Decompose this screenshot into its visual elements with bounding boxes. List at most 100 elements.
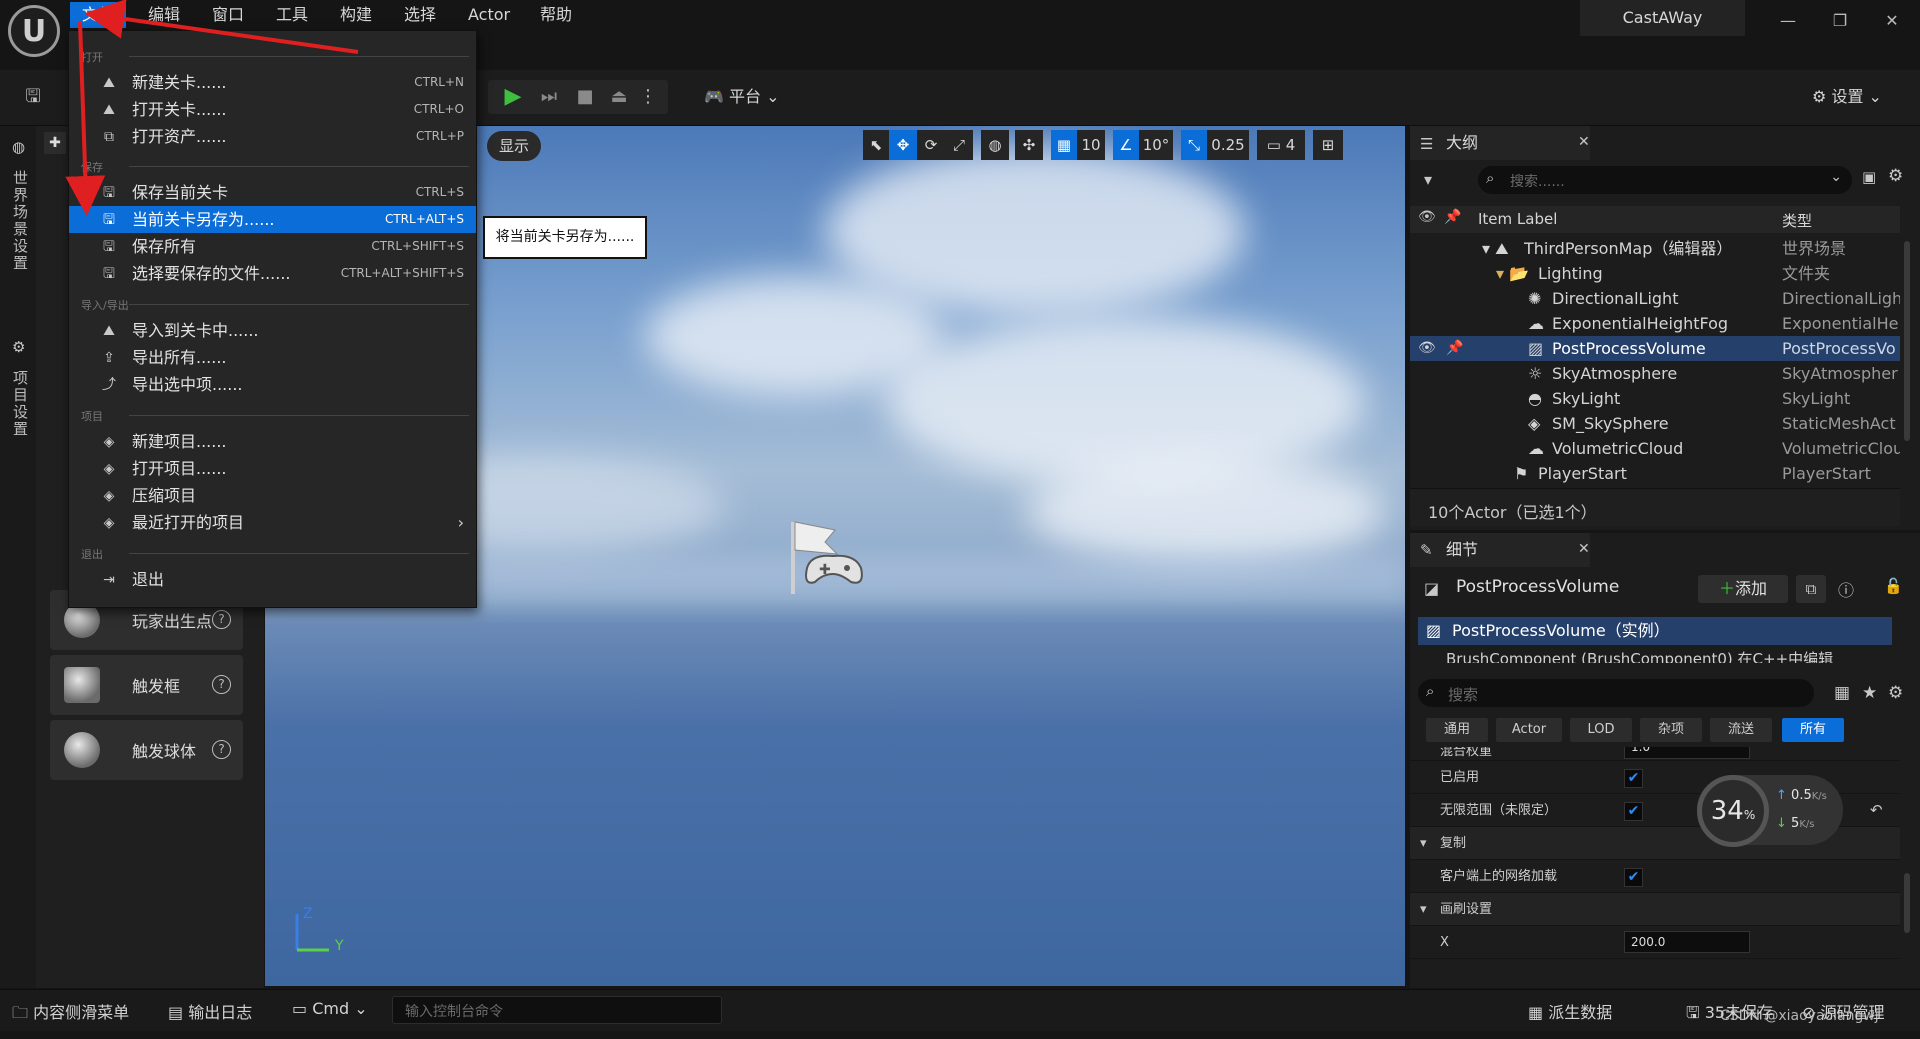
menu-file[interactable]: 文件 [70,2,127,28]
menu-new-project[interactable]: ◈ 新建项目...... [69,428,476,455]
menu-save-all[interactable]: 🖫 保存所有 CTRL+SHIFT+S [69,233,476,260]
rotate-icon[interactable]: ⟳ [917,130,945,160]
tree-row[interactable]: ☁ ExponentialHeightFog ExponentialHe [1410,311,1900,336]
settings-dropdown[interactable]: ⚙ 设置 ⌄ [1812,80,1882,114]
col-item-label[interactable]: Item Label [1478,210,1557,228]
tree-row[interactable]: ☼ SkyAtmosphere SkyAtmospher [1410,361,1900,386]
rotation-snap-value[interactable]: 10° [1139,130,1173,160]
details-tab[interactable]: 细节 [1410,533,1590,567]
output-log-button[interactable]: ▤ 输出日志 [168,999,252,1023]
star-icon[interactable]: ★ [1862,683,1877,703]
camera-speed-button[interactable]: ▭ 4 [1257,130,1305,160]
tree-row[interactable]: ⚑ PlayerStart PlayerStart [1410,461,1900,486]
eye-icon[interactable]: 👁 [1418,336,1436,361]
world-space-icon[interactable]: ◍ [981,130,1009,160]
menu-choose-files-to-save[interactable]: 🖫 选择要保存的文件...... CTRL+ALT+SHIFT+S [69,260,476,287]
derived-data-button[interactable]: ▦ 派生数据 [1528,999,1612,1023]
help-icon[interactable]: ? [212,610,231,629]
add-folder-icon[interactable]: ▣ [1862,168,1876,186]
details-scrollbar[interactable] [1904,873,1910,933]
grid-snap-value[interactable]: 10 [1077,130,1105,160]
brush-component-row[interactable]: BrushComponent (BrushComponent0) 在C++中编辑 [1446,647,1896,663]
menu-help[interactable]: 帮助 [528,2,584,28]
menu-open-level[interactable]: ⛰ 打开关卡...... CTRL+O [69,96,476,123]
save-icon[interactable]: 🖫 [16,80,50,114]
reset-to-default-icon[interactable]: ↶ [1870,794,1883,827]
filter-streaming[interactable]: 流送 [1710,718,1772,742]
pin-icon[interactable]: 📌 [1444,209,1461,225]
lock-icon[interactable]: 🔓 [1884,577,1903,595]
eye-icon[interactable]: 👁 [1418,209,1436,225]
menu-build[interactable]: 构建 [328,2,384,28]
scale-icon[interactable]: ⤢ [945,130,973,160]
filter-lod[interactable]: LOD [1570,718,1632,742]
filter-all[interactable]: 所有 [1782,718,1844,742]
tree-row[interactable]: ▾ ⛰ ThirdPersonMap（编辑器） 世界场景 [1410,236,1900,261]
cmd-dropdown[interactable]: ▭ Cmd ⌄ [292,999,368,1018]
place-actors-icon[interactable]: ✚ [44,132,66,154]
filter-actor[interactable]: Actor [1496,718,1562,742]
content-drawer-button[interactable]: 🗀 内容侧滑菜单 [12,999,129,1029]
menu-export-selected[interactable]: ⤴ 导出选中项...... [69,371,476,398]
scale-snap-value[interactable]: 0.25 [1207,130,1249,160]
minimize-icon[interactable]: — [1768,6,1808,36]
menu-save-current-level[interactable]: 🖫 保存当前关卡 CTRL+S [69,179,476,206]
filter-icon[interactable]: ▾ [1424,170,1432,189]
player-start-gizmo-icon[interactable]: ✚ [785,516,871,596]
show-menu-button[interactable]: 显示 [487,131,541,161]
pin-icon[interactable]: 📌 [1446,336,1463,361]
infinite-extent-checkbox[interactable]: ✔ [1624,802,1643,821]
help-icon[interactable]: ? [212,675,231,694]
filter-misc[interactable]: 杂项 [1640,718,1702,742]
surface-snap-icon[interactable]: ✣ [1015,130,1043,160]
x-value-input[interactable]: 200.0 [1624,931,1750,953]
menu-export-all[interactable]: ⇪ 导出所有...... [69,344,476,371]
tree-row[interactable]: ◈ SM_SkySphere StaticMeshAct [1410,411,1900,436]
menu-save-current-level-as[interactable]: 🖫 当前关卡另存为...... CTRL+ALT+S [69,206,476,233]
unreal-logo-icon[interactable]: U [8,5,60,57]
select-mode-icon[interactable]: ⬉ [863,130,889,160]
restore-icon[interactable]: ❐ [1820,6,1860,36]
add-component-button[interactable]: ＋添加 [1698,575,1788,603]
grid-snap-icon[interactable]: ▦ [1051,130,1077,160]
project-settings-tab[interactable]: 项目设置 [10,370,31,438]
blueprint-icon[interactable]: ⧉ [1796,575,1826,603]
details-search-input[interactable]: ⌕ 搜索 [1418,679,1814,707]
col-type[interactable]: 类型 [1782,210,1812,231]
menu-import-into-level[interactable]: ⛰ 导入到关卡中...... [69,317,476,344]
menu-recent-projects[interactable]: ◈ 最近打开的项目 › [69,509,476,536]
world-settings-tab[interactable]: 世界场景设置 [10,170,31,272]
section-brush-settings[interactable]: ▾ 画刷设置 [1410,893,1900,926]
close-tab-icon[interactable]: ✕ [1578,541,1590,557]
place-trigger-box[interactable]: 触发框 ? [50,655,243,715]
step-icon[interactable]: ⏭ [532,80,566,114]
rotation-snap-icon[interactable]: ∠ [1113,130,1139,160]
translate-icon[interactable]: ✥ [889,130,917,160]
stop-icon[interactable]: ■ [568,80,602,114]
tree-row[interactable]: ▾ 📂 Lighting 文件夹 [1410,261,1900,286]
menu-actor[interactable]: Actor [456,2,522,28]
menu-select[interactable]: 选择 [392,2,448,28]
outliner-scrollbar[interactable] [1904,241,1910,441]
net-load-checkbox[interactable]: ✔ [1624,868,1643,887]
place-trigger-sphere[interactable]: 触发球体 ? [50,720,243,780]
gear-icon[interactable]: ⚙ [1888,166,1903,186]
menu-exit[interactable]: ⇥ 退出 [69,566,476,593]
gear-icon[interactable]: ⚙ [1888,683,1903,703]
help-icon[interactable]: ? [212,740,231,759]
table-view-icon[interactable]: ▦ [1834,683,1850,703]
tree-row[interactable]: ☁ VolumetricCloud VolumetricClou [1410,436,1900,461]
filter-general[interactable]: 通用 [1426,718,1488,742]
close-window-icon[interactable]: ✕ [1872,6,1912,36]
outliner-tab[interactable]: 大纲 [1410,126,1590,160]
help-icon[interactable]: ⓘ [1838,577,1854,601]
viewport-layout-icon[interactable]: ⊞ [1313,130,1343,160]
outliner-search-input[interactable]: ⌕ 搜索...... ⌄ [1478,166,1852,194]
tree-row[interactable]: ✺ DirectionalLight DirectionalLight [1410,286,1900,311]
enabled-checkbox[interactable]: ✔ [1624,769,1643,788]
platform-dropdown[interactable]: 🎮 平台 ⌄ [704,80,780,114]
menu-open-asset[interactable]: ⧉ 打开资产...... CTRL+P [69,123,476,150]
menu-tools[interactable]: 工具 [264,2,320,28]
tree-row-selected[interactable]: 👁 📌 ▨ PostProcessVolume PostProcessVo [1410,336,1900,361]
menu-new-level[interactable]: ⛰ 新建关卡...... CTRL+N [69,69,476,96]
